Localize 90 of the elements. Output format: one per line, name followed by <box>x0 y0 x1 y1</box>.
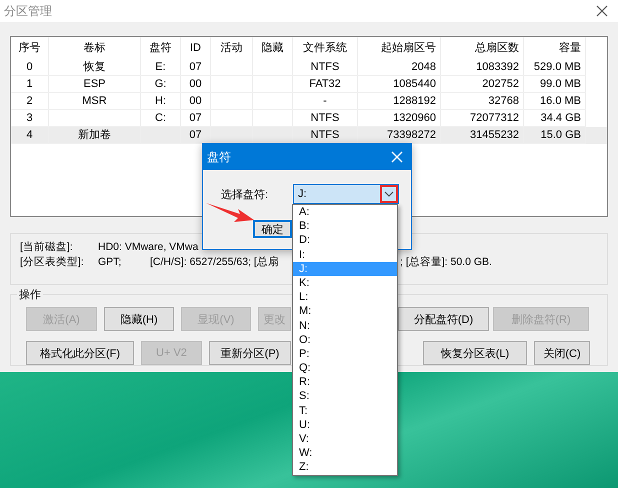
table-cell: 202752 <box>482 78 519 90</box>
table-cell: NTFS <box>310 129 340 141</box>
table-cell: NTFS <box>310 61 340 73</box>
list-option[interactable]: O: <box>293 332 397 347</box>
table-cell: 2048 <box>412 61 436 73</box>
arrow-icon <box>206 202 256 224</box>
close-icon[interactable] <box>596 5 608 17</box>
table-cell: 31455232 <box>470 129 519 141</box>
column-header[interactable]: ID <box>181 37 211 59</box>
info-value: [C/H/S]: 6527/255/63; [总扇 <box>150 256 279 268</box>
info-value: GPT; <box>98 255 122 270</box>
table-row[interactable]: 0 恢复 E: 07 NTFS 2048 1083392 529.0 MB <box>11 59 607 76</box>
action-button[interactable]: 关闭(C) <box>534 341 590 365</box>
action-button[interactable]: 格式化此分区(F) <box>26 341 134 365</box>
table-cell: FAT32 <box>309 78 341 90</box>
list-option[interactable]: T: <box>293 404 397 418</box>
window-title: 分区管理 <box>4 2 52 20</box>
table-cell: 1288192 <box>393 95 436 107</box>
column-header[interactable]: 总扇区数 <box>441 37 524 59</box>
table-cell: 99.0 MB <box>540 78 581 90</box>
table-cell: 72077312 <box>470 112 519 124</box>
table-cell: 2 <box>26 95 33 107</box>
table-cell: H: <box>155 95 166 107</box>
table-cell: 00 <box>189 95 202 107</box>
table-cell: 1 <box>26 78 33 90</box>
column-header[interactable]: 活动 <box>211 37 253 59</box>
table-cell: 新加卷 <box>78 129 111 141</box>
table-cell: ESP <box>83 78 106 90</box>
table-cell: 07 <box>189 112 202 124</box>
list-option[interactable]: L: <box>293 290 397 304</box>
column-header[interactable]: 隐藏 <box>253 37 293 59</box>
table-row[interactable]: 4 新加卷 07 NTFS 73398272 31455232 15.0 GB <box>11 127 607 144</box>
list-option[interactable]: M: <box>293 304 397 318</box>
table-cell: 3 <box>26 112 33 124</box>
table-row[interactable]: 2 MSR H: 00 - 1288192 32768 16.0 MB <box>11 93 607 110</box>
table-cell: G: <box>154 78 166 90</box>
table-cell: NTFS <box>310 112 340 124</box>
table-cell: 0 <box>26 61 33 73</box>
table-cell: 07 <box>189 129 202 141</box>
action-button[interactable]: 隐藏(H) <box>104 307 174 331</box>
field-label: 选择盘符: <box>221 188 270 202</box>
info-label: [当前磁盘]: <box>20 240 74 255</box>
column-header[interactable]: 序号 <box>11 37 49 59</box>
table-cell: 34.4 GB <box>540 112 581 124</box>
column-header[interactable]: 文件系统 <box>293 37 358 59</box>
list-option[interactable]: B: <box>293 219 397 234</box>
column-header[interactable]: 起始扇区号 <box>358 37 441 59</box>
table-cell: 00 <box>189 78 202 90</box>
list-option[interactable]: D: <box>293 233 397 248</box>
table-row[interactable]: 1 ESP G: 00 FAT32 1085440 202752 99.0 MB <box>11 76 607 93</box>
table-cell: 529.0 MB <box>534 61 581 73</box>
list-option[interactable]: R: <box>293 375 397 390</box>
list-option[interactable]: N: <box>293 318 397 333</box>
table-cell: MSR <box>82 95 107 107</box>
list-option[interactable]: S: <box>293 389 397 404</box>
dialog-title: 盘符 <box>207 148 231 166</box>
table-cell: 1085440 <box>393 78 436 90</box>
table-cell: - <box>323 95 327 107</box>
action-button[interactable]: 分配盘符(D) <box>398 307 489 331</box>
list-option[interactable]: Z: <box>293 460 397 475</box>
table-cell: 07 <box>189 61 202 73</box>
info-value: HD0: VMware, VMwa <box>98 240 198 255</box>
table-cell: 1083392 <box>476 61 519 73</box>
table-cell: 恢复 <box>84 61 106 73</box>
list-option[interactable]: I: <box>293 248 397 262</box>
list-option[interactable]: K: <box>293 276 397 290</box>
list-option[interactable]: A: <box>293 205 397 220</box>
group-title: 操作 <box>17 287 43 302</box>
info-label: [分区表类型]: <box>20 255 85 270</box>
column-header[interactable]: 容量 <box>524 37 586 59</box>
column-header[interactable]: 卷标 <box>49 37 141 59</box>
ok-button[interactable]: 确定 <box>253 220 292 238</box>
list-option[interactable]: W: <box>293 446 397 460</box>
column-header[interactable]: 盘符 <box>141 37 181 59</box>
list-option[interactable]: V: <box>293 432 397 446</box>
list-option[interactable]: Q: <box>293 361 397 376</box>
table-cell: 1320960 <box>393 112 436 124</box>
drive-letter-dropdown[interactable]: J: <box>293 184 399 204</box>
table-cell: 4 <box>26 129 33 141</box>
list-option[interactable]: U: <box>293 418 397 432</box>
list-option[interactable]: P: <box>293 346 397 362</box>
action-button[interactable]: 恢复分区表(L) <box>423 341 527 365</box>
action-button[interactable]: 重新分区(P) <box>209 341 291 365</box>
table-cell: E: <box>155 61 166 73</box>
table-cell: 15.0 GB <box>540 129 581 141</box>
table-cell: 32768 <box>488 95 519 107</box>
table-cell: C: <box>155 112 166 124</box>
table-cell: 16.0 MB <box>540 95 581 107</box>
table-cell: 73398272 <box>387 129 436 141</box>
info-value: ; [总容量]: 50.0 GB. <box>400 255 492 270</box>
